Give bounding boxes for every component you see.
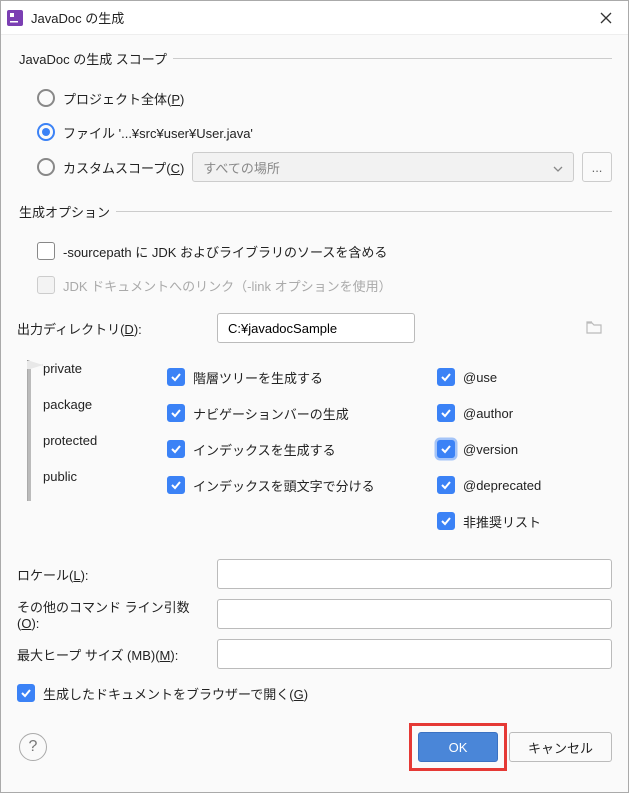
index-row[interactable]: インデックスを生成する <box>167 431 437 467</box>
radio-custom[interactable] <box>37 158 55 176</box>
deprecated-label: @deprecated <box>463 478 541 493</box>
maxheap-input[interactable] <box>217 639 612 669</box>
index-checkbox[interactable] <box>167 440 185 458</box>
content-area: JavaDoc の生成 スコープ プロジェクト全体(P) ファイル '...¥s… <box>1 35 628 792</box>
access-protected-label[interactable]: protected <box>43 431 167 467</box>
hierarchy-row[interactable]: 階層ツリーを生成する <box>167 359 437 395</box>
navbar-label: ナビゲーションバーの生成 <box>193 404 349 423</box>
hierarchy-label: 階層ツリーを生成する <box>193 368 323 387</box>
splitindex-label: インデックスを頭文字で分ける <box>193 476 375 495</box>
access-level-column: private package protected public <box>17 359 167 539</box>
deprecated-row[interactable]: @deprecated <box>437 467 612 503</box>
app-icon <box>7 10 23 26</box>
options-legend: 生成オプション <box>17 202 116 221</box>
deprecatedlist-row[interactable]: 非推奨リスト <box>437 503 612 539</box>
jdklink-checkbox <box>37 276 55 294</box>
chevron-down-icon <box>553 160 563 175</box>
custom-scope-dropdown: すべての場所 <box>192 152 574 182</box>
version-checkbox[interactable] <box>437 440 455 458</box>
author-checkbox[interactable] <box>437 404 455 422</box>
radio-project-row[interactable]: プロジェクト全体(P) <box>37 84 612 112</box>
custom-scope-dropdown-text: すべての場所 <box>203 158 553 177</box>
access-public-label[interactable]: public <box>43 467 167 503</box>
cmdargs-row: その他のコマンド ライン引数(O): <box>17 597 612 631</box>
sourcepath-label: -sourcepath に JDK およびライブラリのソースを含める <box>63 242 387 261</box>
cmdargs-input[interactable] <box>217 599 612 629</box>
close-icon <box>600 12 612 24</box>
scope-fieldset: JavaDoc の生成 スコープ プロジェクト全体(P) ファイル '...¥s… <box>17 49 612 192</box>
navbar-row[interactable]: ナビゲーションバーの生成 <box>167 395 437 431</box>
output-dir-label: 出力ディレクトリ(D): <box>17 319 207 338</box>
radio-file-label: ファイル '...¥src¥user¥User.java' <box>63 123 253 142</box>
version-row[interactable]: @version <box>437 431 612 467</box>
use-row[interactable]: @use <box>437 359 612 395</box>
deprecated-checkbox[interactable] <box>437 476 455 494</box>
openbrowser-label: 生成したドキュメントをブラウザーで開く(G) <box>43 684 308 703</box>
navbar-checkbox[interactable] <box>167 404 185 422</box>
maxheap-label: 最大ヒープ サイズ (MB)(M): <box>17 645 207 664</box>
sourcepath-checkbox[interactable] <box>37 242 55 260</box>
splitindex-checkbox[interactable] <box>167 476 185 494</box>
radio-custom-label: カスタムスコープ(C) <box>63 158 184 177</box>
radio-custom-row: カスタムスコープ(C) すべての場所 ... <box>37 152 612 182</box>
radio-file-row[interactable]: ファイル '...¥src¥user¥User.java' <box>37 118 612 146</box>
cancel-button[interactable]: キャンセル <box>509 732 612 762</box>
output-dir-input[interactable] <box>217 313 415 343</box>
author-label: @author <box>463 406 513 421</box>
ok-button-highlight: OK <box>409 723 507 771</box>
titlebar: JavaDoc の生成 <box>1 1 628 35</box>
output-dir-row: 出力ディレクトリ(D): <box>17 313 612 343</box>
use-label: @use <box>463 370 497 385</box>
help-button[interactable]: ? <box>19 733 47 761</box>
radio-project-label: プロジェクト全体(P) <box>63 89 184 108</box>
access-private-label[interactable]: private <box>43 359 167 395</box>
locale-row: ロケール(L): <box>17 559 612 589</box>
radio-file[interactable] <box>37 123 55 141</box>
bottom-button-row: ? OK キャンセル <box>17 723 612 771</box>
openbrowser-row[interactable]: 生成したドキュメントをブラウザーで開く(G) <box>17 679 612 707</box>
jdklink-row: JDK ドキュメントへのリンク（-link オプションを使用） <box>37 271 612 299</box>
deprecatedlist-label: 非推奨リスト <box>463 512 541 531</box>
access-slider[interactable] <box>27 359 43 503</box>
jdklink-label: JDK ドキュメントへのリンク（-link オプションを使用） <box>63 276 392 295</box>
splitindex-row[interactable]: インデックスを頭文字で分ける <box>167 467 437 503</box>
help-icon: ? <box>29 738 38 756</box>
access-package-label[interactable]: package <box>43 395 167 431</box>
radio-project[interactable] <box>37 89 55 107</box>
openbrowser-checkbox[interactable] <box>17 684 35 702</box>
maxheap-row: 最大ヒープ サイズ (MB)(M): <box>17 639 612 669</box>
sourcepath-row[interactable]: -sourcepath に JDK およびライブラリのソースを含める <box>37 237 612 265</box>
ok-button[interactable]: OK <box>418 732 498 762</box>
folder-icon[interactable] <box>586 320 602 337</box>
version-label: @version <box>463 442 518 457</box>
locale-input[interactable] <box>217 559 612 589</box>
access-options-grid: private package protected public 階層ツリーを生… <box>17 359 612 539</box>
dialog-title: JavaDoc の生成 <box>31 8 592 27</box>
deprecatedlist-checkbox[interactable] <box>437 512 455 530</box>
close-button[interactable] <box>592 4 620 32</box>
custom-scope-more-button[interactable]: ... <box>582 152 612 182</box>
use-checkbox[interactable] <box>437 368 455 386</box>
dialog-window: JavaDoc の生成 JavaDoc の生成 スコープ プロジェクト全体(P)… <box>0 0 629 793</box>
author-row[interactable]: @author <box>437 395 612 431</box>
index-label: インデックスを生成する <box>193 440 336 459</box>
options-fieldset: 生成オプション -sourcepath に JDK およびライブラリのソースを含… <box>17 202 612 713</box>
scope-legend: JavaDoc の生成 スコープ <box>17 49 173 68</box>
locale-label: ロケール(L): <box>17 565 207 584</box>
hierarchy-checkbox[interactable] <box>167 368 185 386</box>
cmdargs-label: その他のコマンド ライン引数(O): <box>17 597 207 631</box>
